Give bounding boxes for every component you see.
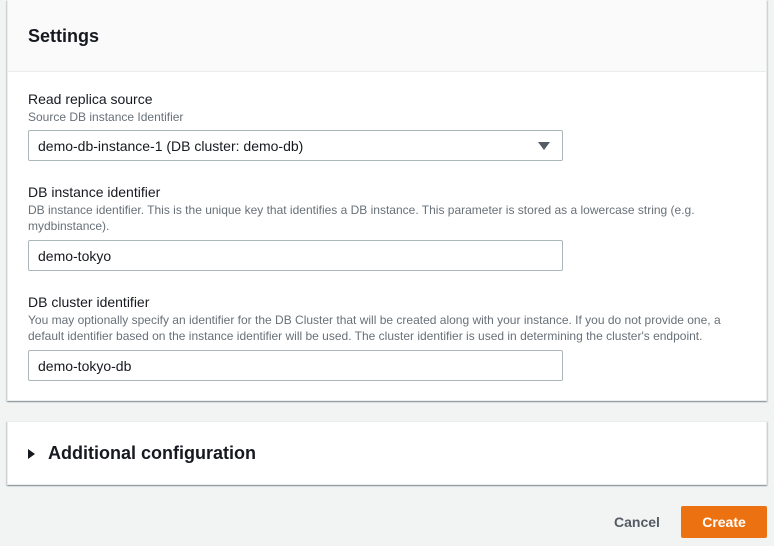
settings-panel: Settings Read replica source Source DB i…	[7, 0, 767, 401]
db-instance-identifier-description: DB instance identifier. This is the uniq…	[28, 203, 695, 233]
cancel-button[interactable]: Cancel	[606, 506, 668, 538]
additional-configuration-expander[interactable]: Additional configuration	[7, 421, 767, 485]
additional-configuration-title: Additional configuration	[48, 443, 256, 463]
create-button[interactable]: Create	[681, 506, 767, 538]
read-replica-source-value: demo-db-instance-1 (DB cluster: demo-db)	[38, 137, 304, 154]
db-cluster-identifier-field: DB cluster identifier You may optionally…	[28, 293, 748, 381]
db-cluster-identifier-input[interactable]: demo-tokyo-db	[28, 350, 563, 381]
db-cluster-identifier-value: demo-tokyo-db	[38, 357, 132, 374]
read-replica-source-field: Read replica source Source DB instance I…	[28, 90, 748, 161]
db-cluster-identifier-description: You may optionally specify an identifier…	[28, 313, 721, 343]
db-instance-identifier-input[interactable]: demo-tokyo	[28, 240, 563, 271]
caret-down-icon	[538, 141, 550, 150]
read-replica-source-description: Source DB instance Identifier	[28, 110, 184, 124]
additional-configuration-header: Additional configuration	[28, 443, 256, 464]
db-cluster-identifier-label: DB cluster identifier	[28, 294, 150, 310]
read-replica-source-label: Read replica source	[28, 91, 153, 107]
db-instance-identifier-field: DB instance identifier DB instance ident…	[28, 183, 748, 271]
settings-header: Settings	[8, 0, 766, 72]
caret-right-icon	[28, 448, 35, 459]
db-instance-identifier-value: demo-tokyo	[38, 247, 112, 264]
db-instance-identifier-label: DB instance identifier	[28, 184, 161, 200]
read-replica-source-select[interactable]: demo-db-instance-1 (DB cluster: demo-db)	[28, 130, 563, 161]
settings-title: Settings	[28, 26, 100, 46]
